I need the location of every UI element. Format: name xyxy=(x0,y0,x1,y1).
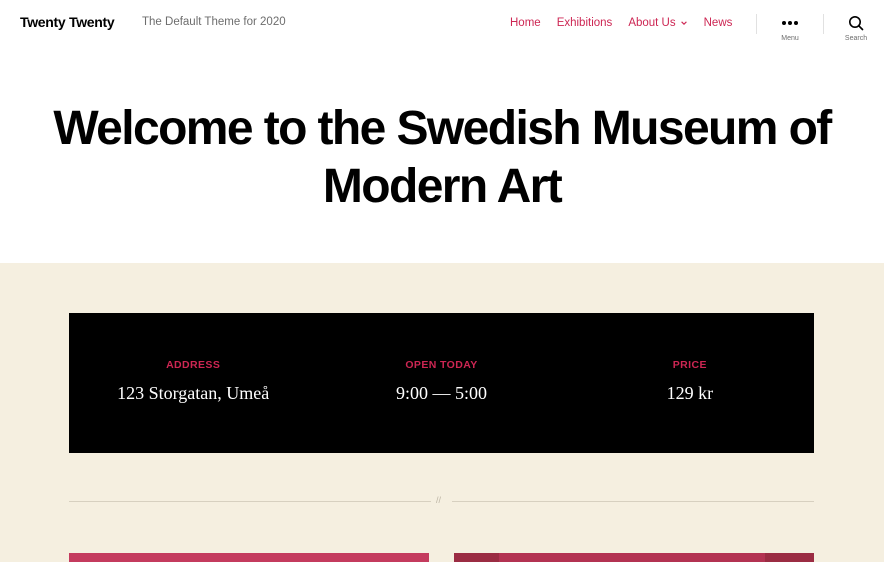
search-toggle-button[interactable]: Search xyxy=(836,14,876,42)
exhibition-card[interactable] xyxy=(69,553,429,562)
menu-toggle-button[interactable]: Menu xyxy=(770,14,810,42)
nav-divider xyxy=(756,14,757,34)
nav-item-label: Home xyxy=(510,17,541,29)
info-hours: OPEN TODAY 9:00 — 5:00 xyxy=(317,313,565,453)
ellipsis-icon xyxy=(782,21,798,25)
info-label: PRICE xyxy=(672,359,707,371)
info-address: ADDRESS 123 Storgatan, Umeå xyxy=(69,313,317,453)
info-value: 129 kr xyxy=(666,383,714,403)
search-icon xyxy=(849,16,864,31)
page-title: Welcome to the Swedish Museum of Modern … xyxy=(53,102,832,213)
site-description: The Default Theme for 2020 xyxy=(142,16,286,28)
info-label: ADDRESS xyxy=(166,359,221,371)
info-box: ADDRESS 123 Storgatan, Umeå OPEN TODAY 9… xyxy=(69,313,814,453)
primary-nav: Home Exhibitions About Us News xyxy=(510,17,748,29)
chevron-down-icon xyxy=(680,21,687,25)
exhibition-card[interactable] xyxy=(454,553,814,562)
nav-divider xyxy=(823,14,824,34)
separator-line xyxy=(452,501,814,502)
separator-line xyxy=(69,501,431,502)
nav-item-home[interactable]: Home xyxy=(510,17,541,29)
nav-item-label: Exhibitions xyxy=(556,17,613,29)
site-header: Twenty Twenty The Default Theme for 2020… xyxy=(0,0,884,50)
separator-mark: // xyxy=(436,495,442,505)
search-toggle-label: Search xyxy=(844,35,868,42)
site-title[interactable]: Twenty Twenty xyxy=(20,14,115,30)
nav-item-about-us[interactable]: About Us xyxy=(628,17,687,29)
info-value: 9:00 — 5:00 xyxy=(395,383,487,403)
nav-item-news[interactable]: News xyxy=(704,17,733,29)
nav-item-label: News xyxy=(703,17,733,29)
info-label: OPEN TODAY xyxy=(405,359,478,371)
nav-item-exhibitions[interactable]: Exhibitions xyxy=(557,17,613,29)
menu-toggle-label: Menu xyxy=(781,35,799,42)
nav-item-label: About Us xyxy=(628,17,676,29)
info-price: PRICE 129 kr xyxy=(566,313,814,453)
card-image xyxy=(499,553,765,562)
info-value: 123 Storgatan, Umeå xyxy=(117,383,270,403)
content-section: ADDRESS 123 Storgatan, Umeå OPEN TODAY 9… xyxy=(0,263,884,562)
